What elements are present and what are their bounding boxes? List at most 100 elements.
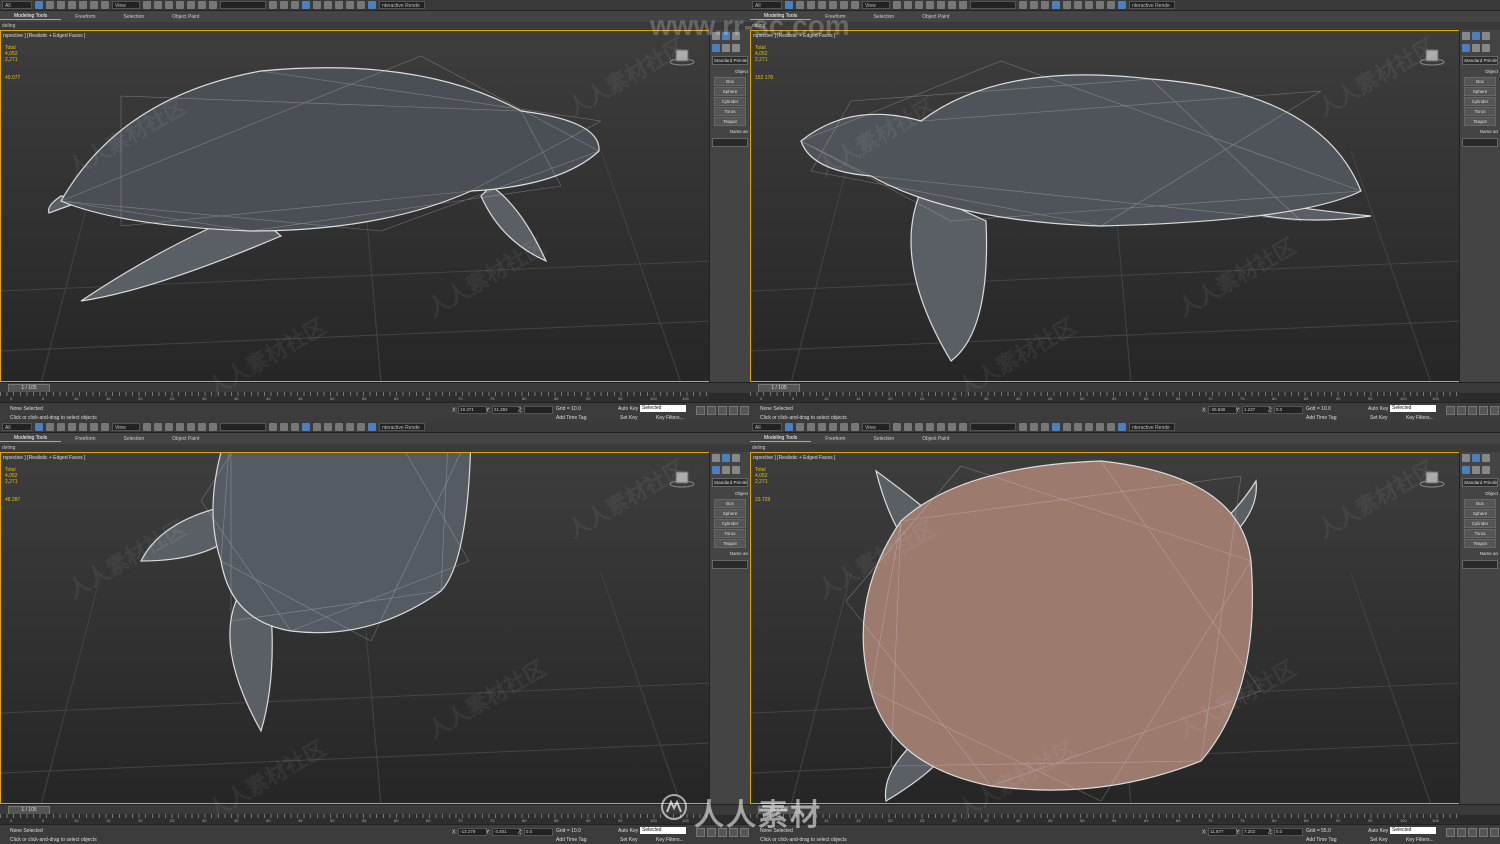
object-type-header[interactable]: Object <box>710 67 750 76</box>
reference-coord-dropdown[interactable]: View <box>112 1 140 9</box>
primitive-type-dropdown[interactable]: Standard Primitiv <box>712 56 748 65</box>
interactive-render-dropdown[interactable]: nteractive Rende <box>379 1 425 9</box>
front-flipper-mesh[interactable] <box>910 190 988 362</box>
mirror-icon[interactable] <box>269 1 277 9</box>
coord-x-field[interactable]: -13.279 <box>458 828 488 836</box>
scale-icon[interactable] <box>101 423 109 431</box>
name-and-color-header[interactable]: Name an <box>710 127 750 136</box>
sphere-button[interactable]: Sphere <box>1464 509 1496 518</box>
torus-button[interactable]: Torus <box>1464 529 1496 538</box>
interactive-render-dropdown[interactable]: nteractive Rende <box>379 423 425 431</box>
graphite-icon[interactable] <box>1052 423 1060 431</box>
tab-modeling-tools[interactable]: Modeling Tools <box>0 13 62 20</box>
key-filters-button[interactable]: Key Filters... <box>656 837 684 843</box>
named-selection-dropdown[interactable] <box>220 1 266 9</box>
select-by-name-icon[interactable] <box>46 1 54 9</box>
star-icon[interactable] <box>712 454 720 462</box>
curve-editor-icon[interactable] <box>1063 1 1071 9</box>
reference-coord-dropdown[interactable]: View <box>862 423 890 431</box>
perspective-viewport[interactable]: rspective ] [Realistic + Edged Faces ] T… <box>750 30 1460 382</box>
mirror-icon[interactable] <box>269 423 277 431</box>
track-bar[interactable]: 0 5 10 15 20 25 30 35 40 45 50 55 60 65 70 75 80 85 90 95 10… <box>0 814 710 824</box>
select-manipulate-icon[interactable] <box>154 423 162 431</box>
sphere-button[interactable]: Sphere <box>1464 87 1496 96</box>
rear-flipper-mesh[interactable] <box>480 185 548 263</box>
turtle-model[interactable] <box>1 453 710 804</box>
viewport-label[interactable]: rspective ] [Realistic + Edged Faces ] <box>753 455 835 461</box>
pivot-icon[interactable] <box>893 423 901 431</box>
key-filters-button[interactable]: Key Filters... <box>1406 837 1434 843</box>
rotate-icon[interactable] <box>840 423 848 431</box>
set-key-button[interactable]: Set Key <box>620 837 638 843</box>
tab-modeling-tools[interactable]: Modeling Tools <box>750 435 812 442</box>
primitive-type-dropdown[interactable]: Standard Primitiv <box>1462 478 1498 487</box>
key-mode-dropdown[interactable]: Selected <box>1390 827 1436 834</box>
turtle-model[interactable] <box>751 31 1460 382</box>
angle-snap-icon[interactable] <box>926 423 934 431</box>
angle-snap-icon[interactable] <box>176 423 184 431</box>
edit-named-sel-icon[interactable] <box>959 423 967 431</box>
object-type-header[interactable]: Object <box>1460 489 1500 498</box>
rendered-frame-icon[interactable] <box>1107 1 1115 9</box>
go-to-end-icon[interactable] <box>1490 828 1499 837</box>
viewcube-icon[interactable] <box>1419 469 1445 489</box>
spinner-snap-icon[interactable] <box>948 423 956 431</box>
render-icon[interactable] <box>368 423 376 431</box>
move-icon[interactable] <box>829 423 837 431</box>
viewcube-icon[interactable] <box>669 47 695 67</box>
pivot-icon[interactable] <box>143 423 151 431</box>
layer-icon[interactable] <box>1041 423 1049 431</box>
scale-icon[interactable] <box>851 423 859 431</box>
render-icon[interactable] <box>1118 423 1126 431</box>
coord-y-field[interactable]: 21.392 <box>491 406 521 414</box>
key-filters-button[interactable]: Key Filters... <box>1406 415 1434 421</box>
viewport-label[interactable]: rspective ] [Realistic + Edged Faces ] <box>3 455 85 461</box>
prev-frame-icon[interactable] <box>1457 828 1466 837</box>
select-manipulate-icon[interactable] <box>154 1 162 9</box>
tab-modeling-tools[interactable]: Modeling Tools <box>0 435 62 442</box>
edit-named-sel-icon[interactable] <box>959 1 967 9</box>
render-setup-icon[interactable] <box>1096 423 1104 431</box>
mirror-icon[interactable] <box>1019 423 1027 431</box>
graphite-icon[interactable] <box>302 1 310 9</box>
cylinder-button[interactable]: Cylinder <box>1464 97 1496 106</box>
pivot-icon[interactable] <box>893 1 901 9</box>
coord-z-field[interactable]: 0.0 <box>1273 406 1303 414</box>
material-editor-icon[interactable] <box>1085 1 1093 9</box>
tab-freeform[interactable]: Freeform <box>811 436 859 442</box>
turtle-model[interactable] <box>751 453 1460 804</box>
rendered-frame-icon[interactable] <box>1107 423 1115 431</box>
lights-icon[interactable] <box>1482 44 1490 52</box>
move-icon[interactable] <box>79 423 87 431</box>
shapes-icon[interactable] <box>1472 44 1480 52</box>
set-key-button[interactable]: Set Key <box>620 415 638 421</box>
tab-object-paint[interactable]: Object Paint <box>158 14 213 20</box>
snap-icon[interactable] <box>165 423 173 431</box>
geometry-icon[interactable] <box>1462 466 1470 474</box>
align-icon[interactable] <box>1030 1 1038 9</box>
window-crossing-icon[interactable] <box>818 423 826 431</box>
layer-icon[interactable] <box>291 423 299 431</box>
viewcube-icon[interactable] <box>669 469 695 489</box>
curve-editor-icon[interactable] <box>313 423 321 431</box>
add-time-tag[interactable]: Add Time Tag <box>556 415 586 421</box>
named-selection-dropdown[interactable] <box>970 1 1016 9</box>
layer-icon[interactable] <box>291 1 299 9</box>
rotate-icon[interactable] <box>90 423 98 431</box>
schematic-icon[interactable] <box>324 423 332 431</box>
auto-key-button[interactable]: Auto Key <box>618 406 638 412</box>
snap-icon[interactable] <box>915 423 923 431</box>
shapes-icon[interactable] <box>722 466 730 474</box>
material-editor-icon[interactable] <box>335 423 343 431</box>
primitive-type-dropdown[interactable]: Standard Primitiv <box>1462 56 1498 65</box>
key-mode-dropdown[interactable]: Selected <box>1390 405 1436 412</box>
render-icon[interactable] <box>1118 1 1126 9</box>
box-button[interactable]: Box <box>714 499 746 508</box>
tab-object-paint[interactable]: Object Paint <box>908 14 963 20</box>
select-manipulate-icon[interactable] <box>904 423 912 431</box>
teapot-button[interactable]: Teapot <box>714 539 746 548</box>
material-editor-icon[interactable] <box>335 1 343 9</box>
lights-icon[interactable] <box>1482 466 1490 474</box>
rendered-frame-icon[interactable] <box>357 1 365 9</box>
rect-region-icon[interactable] <box>807 423 815 431</box>
